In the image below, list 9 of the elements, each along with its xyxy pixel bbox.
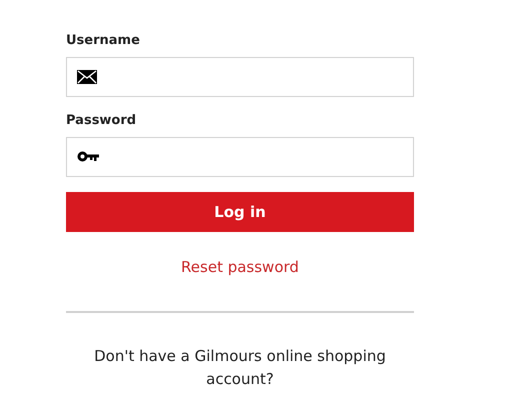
input-field[interactable] (66, 57, 414, 97)
signup-prompt: Don't have a Gilmours online shopping account? (93, 346, 387, 390)
field-label: Password (66, 113, 138, 130)
login-button[interactable]: Log in (66, 192, 414, 232)
envelope-icon (77, 70, 97, 84)
key-icon (77, 151, 99, 163)
input-field[interactable] (66, 137, 414, 177)
field-label: Username (66, 33, 141, 50)
reset-password-link[interactable]: Reset password (181, 258, 299, 276)
